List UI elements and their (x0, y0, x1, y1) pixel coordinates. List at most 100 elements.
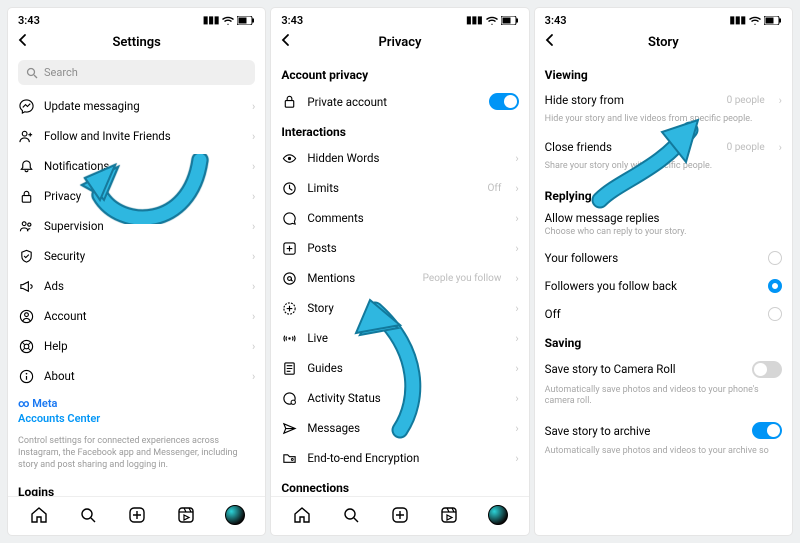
row-live[interactable]: Live › (281, 323, 518, 353)
radio-button[interactable] (768, 307, 782, 321)
radio-button[interactable] (768, 279, 782, 293)
search-input[interactable]: Search (18, 60, 255, 85)
tab-profile[interactable] (225, 505, 245, 525)
row-label: Notifications (44, 159, 242, 173)
reply-option-follow-back[interactable]: Followers you follow back (545, 272, 782, 300)
row-value: 0 people (727, 95, 765, 106)
person-add-icon (18, 128, 34, 144)
row-guides[interactable]: Guides › (281, 353, 518, 383)
section-connections: Connections (281, 473, 518, 496)
status-time: 3:43 (18, 14, 40, 27)
tab-reels[interactable] (439, 505, 459, 525)
live-icon (281, 330, 297, 346)
chevron-right-icon: › (515, 452, 518, 465)
row-label: Activity Status (307, 391, 505, 405)
accounts-center-link[interactable]: Accounts Center (18, 410, 255, 429)
at-icon (281, 270, 297, 286)
row-label: Live (307, 331, 505, 345)
chevron-right-icon: › (515, 422, 518, 435)
row-value: 0 people (727, 142, 765, 153)
row-security[interactable]: Security › (18, 241, 255, 271)
toggle-private-account[interactable] (489, 93, 519, 110)
status-right: ▮▮▮ (466, 16, 519, 26)
toggle-save-camera[interactable] (752, 361, 782, 378)
row-label: Privacy (44, 189, 242, 203)
section-saving: Saving (545, 328, 782, 354)
row-e2e-encryption[interactable]: End-to-end Encryption › (281, 443, 518, 473)
row-ads[interactable]: Ads › (18, 271, 255, 301)
status-time: 3:43 (545, 14, 567, 27)
row-label: Limits (307, 181, 477, 195)
chevron-right-icon: › (515, 182, 518, 195)
tab-profile[interactable] (488, 505, 508, 525)
row-label: Save story to Camera Roll (545, 362, 742, 376)
row-about[interactable]: About › (18, 361, 255, 391)
row-story[interactable]: Story › (281, 293, 518, 323)
row-private-account[interactable]: Private account (281, 86, 518, 117)
tab-search[interactable] (78, 505, 98, 525)
row-comments[interactable]: Comments › (281, 203, 518, 233)
signal-icon: ▮▮▮ (729, 16, 746, 26)
row-hide-story[interactable]: Hide story from 0 people › (545, 86, 782, 114)
tab-bar (271, 496, 528, 535)
row-save-archive[interactable]: Save story to archive (545, 415, 782, 446)
eye-hidden-icon (281, 150, 297, 166)
row-limits[interactable]: Limits Off › (281, 173, 518, 203)
row-label: Your followers (545, 251, 758, 265)
tab-home[interactable] (29, 505, 49, 525)
users-icon (18, 218, 34, 234)
chevron-right-icon: › (515, 242, 518, 255)
section-logins: Logins (18, 477, 255, 496)
tab-home[interactable] (292, 505, 312, 525)
avatar (225, 505, 245, 525)
lifebuoy-icon (18, 338, 34, 354)
page-title: Privacy (378, 35, 421, 50)
tab-search[interactable] (341, 505, 361, 525)
back-button[interactable] (543, 33, 557, 47)
row-label: Off (545, 307, 758, 321)
row-privacy[interactable]: Privacy › (18, 181, 255, 211)
row-hidden-words[interactable]: Hidden Words › (281, 143, 518, 173)
row-activity-status[interactable]: Activity Status › (281, 383, 518, 413)
row-mentions[interactable]: Mentions People you follow › (281, 263, 518, 293)
row-label: Close friends (545, 140, 717, 154)
avatar (488, 505, 508, 525)
tab-reels[interactable] (176, 505, 196, 525)
meta-brand: ∞ Meta (18, 391, 255, 410)
meta-infinity-icon: ∞ (18, 397, 30, 410)
row-label: Hidden Words (307, 151, 505, 165)
reply-option-followers[interactable]: Your followers (545, 244, 782, 272)
row-account[interactable]: Account › (18, 301, 255, 331)
chevron-right-icon: › (779, 94, 782, 107)
back-button[interactable] (16, 33, 30, 47)
reply-option-off[interactable]: Off (545, 300, 782, 328)
allow-replies-title: Allow message replies (545, 207, 782, 227)
back-button[interactable] (279, 33, 293, 47)
tab-create[interactable] (127, 505, 147, 525)
row-help[interactable]: Help › (18, 331, 255, 361)
grid-plus-icon (281, 240, 297, 256)
tab-create[interactable] (390, 505, 410, 525)
row-messages[interactable]: Messages › (281, 413, 518, 443)
chevron-right-icon: › (252, 370, 255, 383)
row-label: Save story to archive (545, 424, 742, 438)
send-icon (281, 420, 297, 436)
radio-button[interactable] (768, 251, 782, 265)
guides-icon (281, 360, 297, 376)
panel-story: 3:43 ▮▮▮ Story Viewing Hide story from 0… (535, 8, 792, 535)
row-save-camera[interactable]: Save story to Camera Roll (545, 354, 782, 385)
row-notifications[interactable]: Notifications › (18, 151, 255, 181)
status-bar: 3:43 ▮▮▮ (271, 8, 528, 29)
chevron-right-icon: › (515, 332, 518, 345)
row-follow-invite[interactable]: Follow and Invite Friends › (18, 121, 255, 151)
row-posts[interactable]: Posts › (281, 233, 518, 263)
header: Story (535, 29, 792, 60)
row-close-friends[interactable]: Close friends 0 people › (545, 133, 782, 161)
row-update-messaging[interactable]: Update messaging › (18, 91, 255, 121)
row-label: Private account (307, 95, 478, 109)
toggle-save-archive[interactable] (752, 422, 782, 439)
section-account-privacy: Account privacy (281, 60, 518, 86)
meta-footer-text: Control settings for connected experienc… (18, 429, 255, 477)
row-value: Off (488, 183, 502, 194)
row-supervision[interactable]: Supervision › (18, 211, 255, 241)
